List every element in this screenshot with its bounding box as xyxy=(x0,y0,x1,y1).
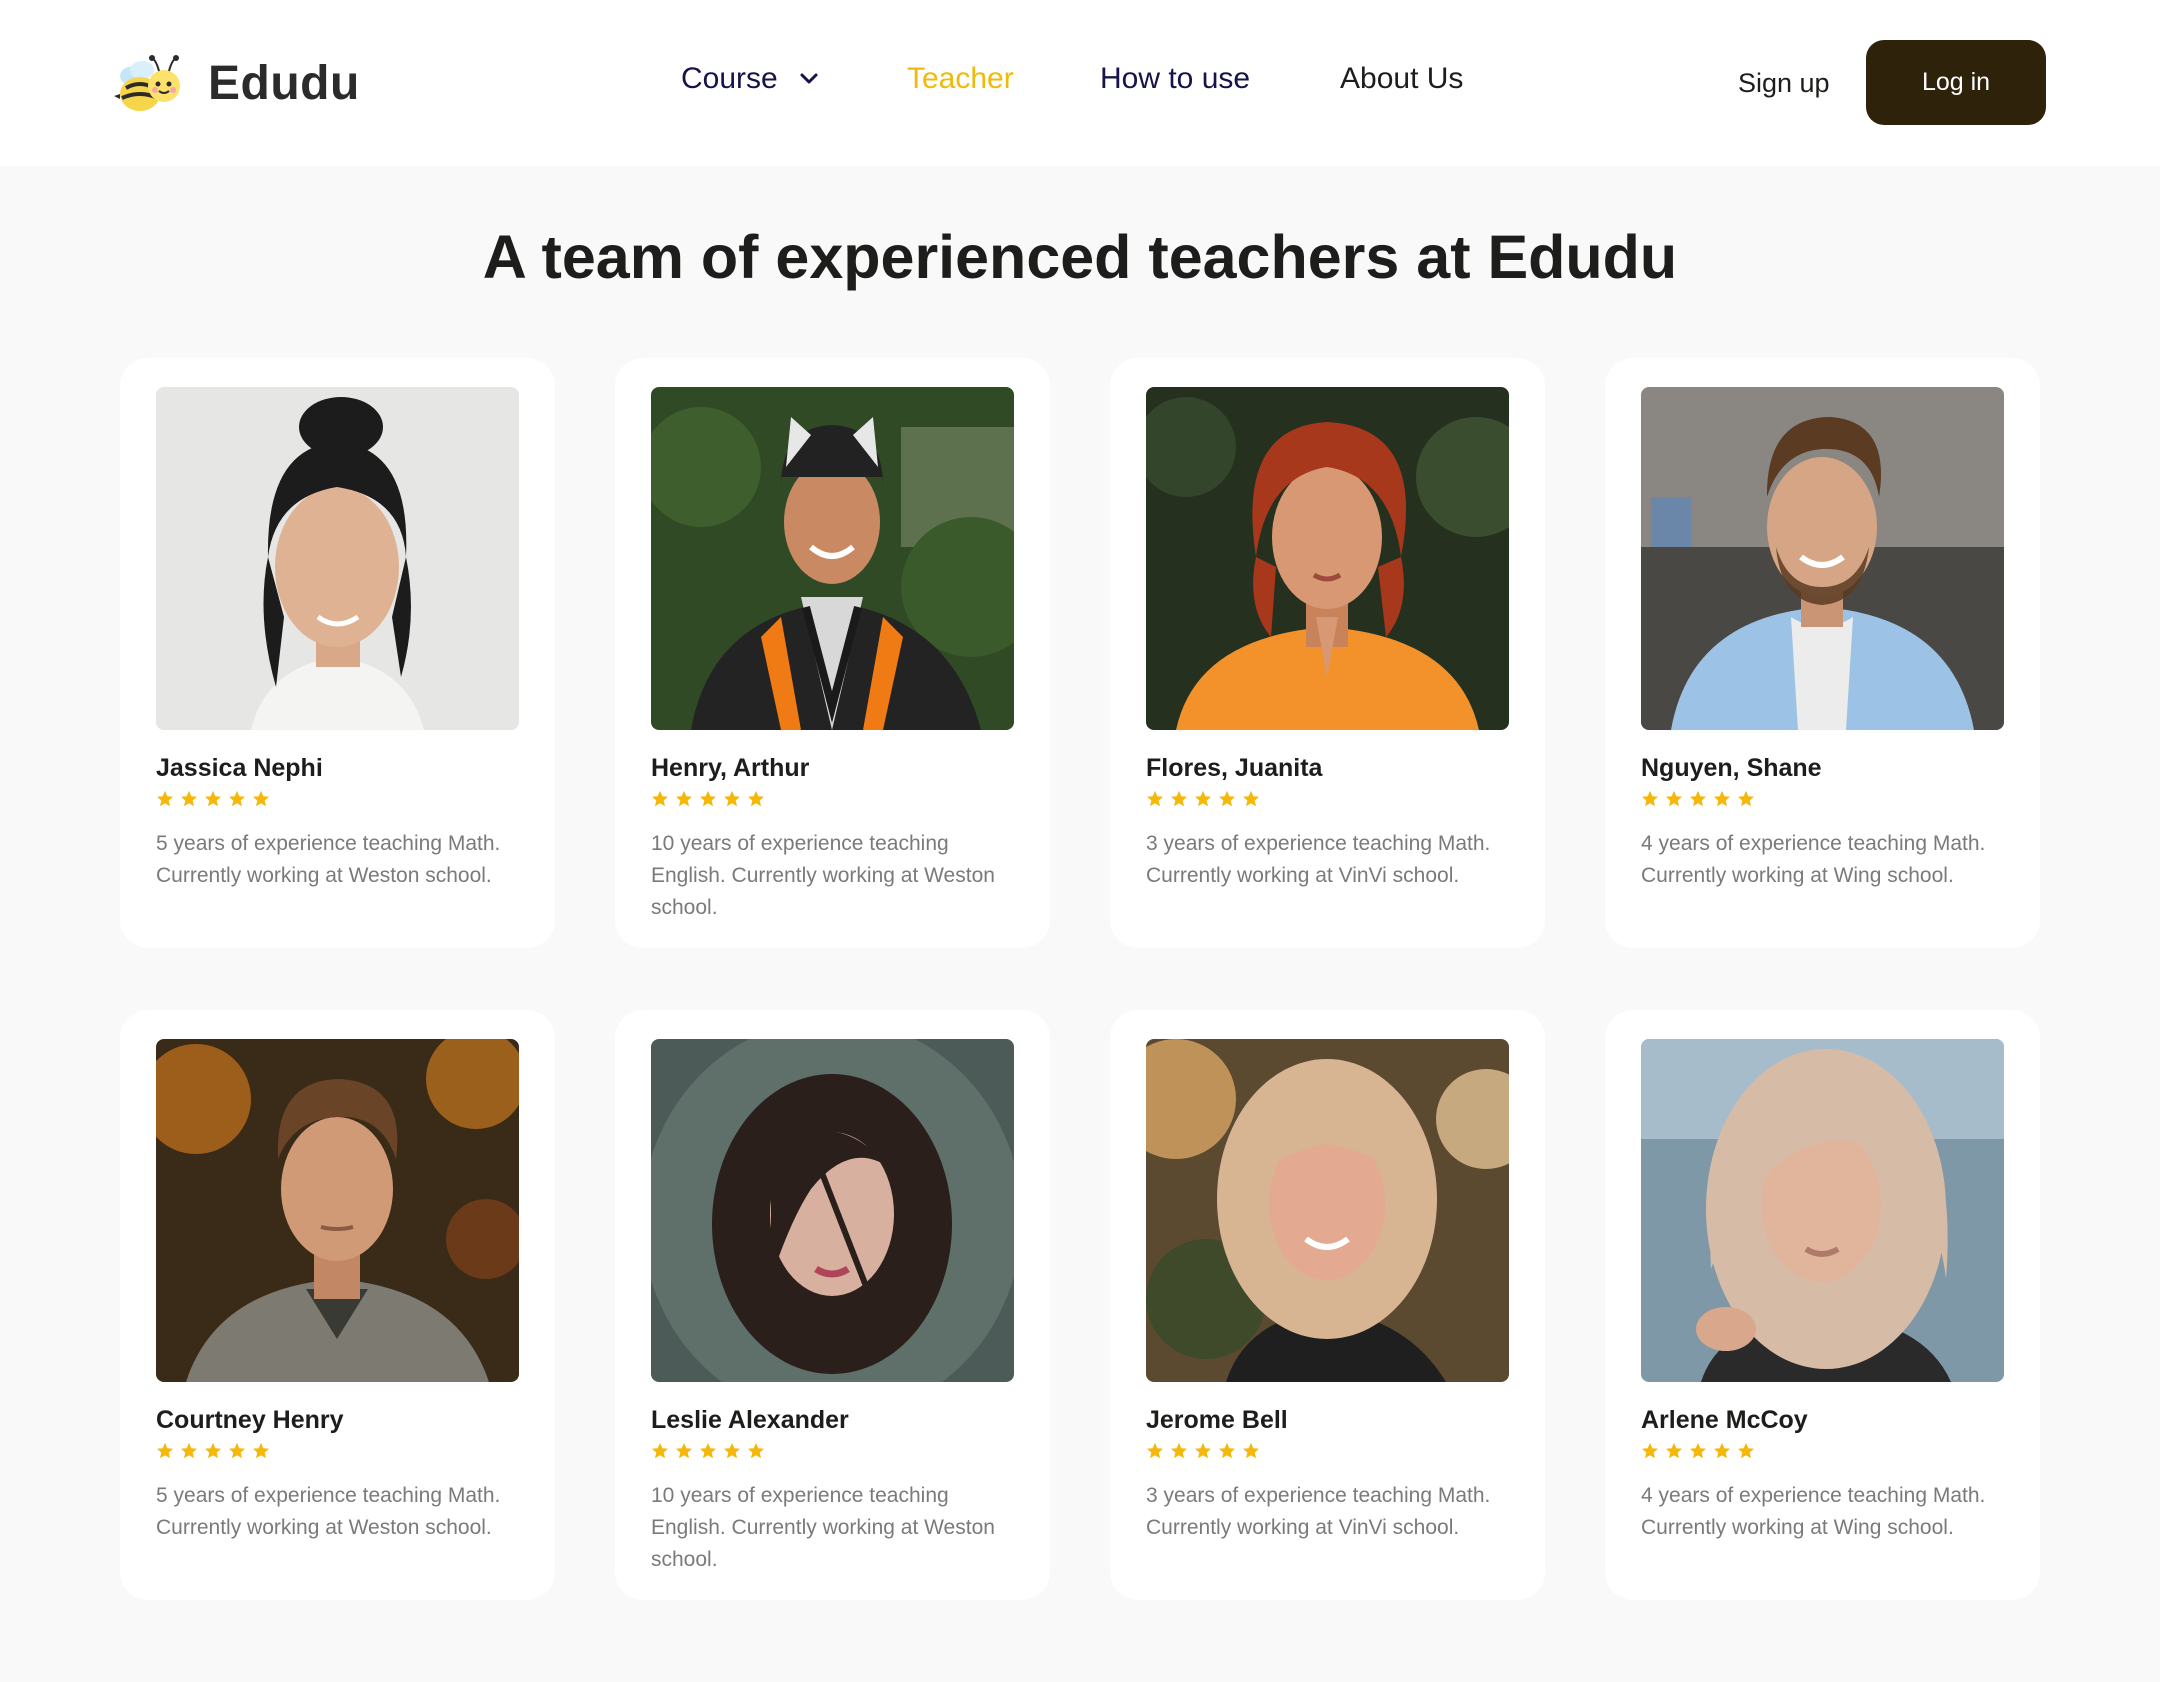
brand-logo[interactable]: Edudu xyxy=(112,50,360,116)
star-icon xyxy=(1194,1442,1212,1459)
star-icon xyxy=(1665,1442,1683,1459)
rating-stars xyxy=(1641,790,1755,808)
star-icon xyxy=(252,790,270,807)
teacher-name: Jerome Bell xyxy=(1146,1406,1288,1434)
teacher-photo xyxy=(1146,1039,1509,1382)
star-icon xyxy=(675,790,693,807)
star-icon xyxy=(1689,1442,1707,1459)
teacher-name: Leslie Alexander xyxy=(651,1406,849,1434)
nav-course-label: Course xyxy=(681,62,778,95)
star-icon xyxy=(675,1442,693,1459)
star-icon xyxy=(1170,790,1188,807)
nav-teacher[interactable]: Teacher xyxy=(907,62,1014,96)
rating-stars xyxy=(1146,1442,1260,1460)
page-title: A team of experienced teachers at Edudu xyxy=(482,223,1678,291)
star-icon xyxy=(1218,1442,1236,1459)
rating-stars xyxy=(1146,790,1260,808)
rating-stars xyxy=(651,1442,765,1460)
rating-stars xyxy=(651,790,765,808)
star-icon xyxy=(1713,790,1731,807)
teacher-card[interactable]: Henry, Arthur 10 years of experience tea… xyxy=(615,358,1050,948)
star-icon xyxy=(1242,790,1260,807)
star-icon xyxy=(1194,790,1212,807)
star-icon xyxy=(1218,790,1236,807)
teacher-photo xyxy=(651,387,1014,730)
star-icon xyxy=(747,1442,765,1459)
teacher-photo xyxy=(1641,387,2004,730)
rating-stars xyxy=(1641,1442,1755,1460)
star-icon xyxy=(747,790,765,807)
star-icon xyxy=(228,790,246,807)
teacher-photo xyxy=(156,1039,519,1382)
log-in-button[interactable]: Log in xyxy=(1866,40,2046,125)
nav-course[interactable]: Course xyxy=(681,62,820,96)
star-icon xyxy=(252,1442,270,1459)
chevron-down-icon xyxy=(800,73,818,84)
star-icon xyxy=(699,790,717,807)
rating-stars xyxy=(156,790,270,808)
teacher-card[interactable]: Flores, Juanita 3 years of experience te… xyxy=(1110,358,1545,948)
teacher-name: Jassica Nephi xyxy=(156,754,323,782)
teacher-card[interactable]: Jassica Nephi 5 years of experience teac… xyxy=(120,358,555,948)
teacher-description: 3 years of experience teaching Math. Cur… xyxy=(1146,832,1491,887)
star-icon xyxy=(1689,790,1707,807)
teacher-photo xyxy=(651,1039,1014,1382)
star-icon xyxy=(204,790,222,807)
top-navbar: Edudu Course Teacher How to use About Us… xyxy=(0,0,2160,166)
brand-name: Edudu xyxy=(208,56,360,110)
teacher-photo xyxy=(1641,1039,2004,1382)
star-icon xyxy=(180,1442,198,1459)
teacher-card[interactable]: Nguyen, Shane 4 years of experience teac… xyxy=(1605,358,2040,948)
teacher-name: Flores, Juanita xyxy=(1146,754,1323,782)
rating-stars xyxy=(156,1442,270,1460)
teacher-description: 4 years of experience teaching Math. Cur… xyxy=(1641,832,1986,887)
teacher-photo xyxy=(1146,387,1509,730)
star-icon xyxy=(1737,790,1755,807)
teacher-description: 4 years of experience teaching Math. Cur… xyxy=(1641,1484,1986,1539)
teacher-card[interactable]: Jerome Bell 3 years of experience teachi… xyxy=(1110,1010,1545,1600)
teacher-photo xyxy=(156,387,519,730)
star-icon xyxy=(723,1442,741,1459)
teacher-description: 10 years of experience teaching English.… xyxy=(651,1484,995,1571)
teacher-card[interactable]: Arlene McCoy 4 years of experience teach… xyxy=(1605,1010,2040,1600)
sign-up-link[interactable]: Sign up xyxy=(1738,68,1830,99)
teacher-description: 10 years of experience teaching English.… xyxy=(651,832,995,919)
teacher-description: 5 years of experience teaching Math. Cur… xyxy=(156,1484,501,1539)
bee-icon xyxy=(114,55,180,111)
star-icon xyxy=(651,790,669,807)
star-icon xyxy=(180,790,198,807)
star-icon xyxy=(1641,1442,1659,1459)
star-icon xyxy=(1146,790,1164,807)
teacher-description: 3 years of experience teaching Math. Cur… xyxy=(1146,1484,1491,1539)
teacher-name: Henry, Arthur xyxy=(651,754,810,782)
star-icon xyxy=(1665,790,1683,807)
star-icon xyxy=(228,1442,246,1459)
star-icon xyxy=(699,1442,717,1459)
star-icon xyxy=(723,790,741,807)
teacher-card[interactable]: Courtney Henry 5 years of experience tea… xyxy=(120,1010,555,1600)
star-icon xyxy=(1713,1442,1731,1459)
star-icon xyxy=(1737,1442,1755,1459)
star-icon xyxy=(1146,1442,1164,1459)
star-icon xyxy=(156,1442,174,1459)
teacher-description: 5 years of experience teaching Math. Cur… xyxy=(156,832,501,887)
teacher-name: Arlene McCoy xyxy=(1641,1406,1808,1434)
star-icon xyxy=(1242,1442,1260,1459)
teacher-name: Nguyen, Shane xyxy=(1641,754,1822,782)
teacher-name: Courtney Henry xyxy=(156,1406,344,1434)
star-icon xyxy=(1641,790,1659,807)
star-icon xyxy=(204,1442,222,1459)
nav-about-us[interactable]: About Us xyxy=(1340,62,1463,96)
nav-how-to-use[interactable]: How to use xyxy=(1100,62,1250,96)
star-icon xyxy=(651,1442,669,1459)
star-icon xyxy=(1170,1442,1188,1459)
teacher-card[interactable]: Leslie Alexander 10 years of experience … xyxy=(615,1010,1050,1600)
star-icon xyxy=(156,790,174,807)
